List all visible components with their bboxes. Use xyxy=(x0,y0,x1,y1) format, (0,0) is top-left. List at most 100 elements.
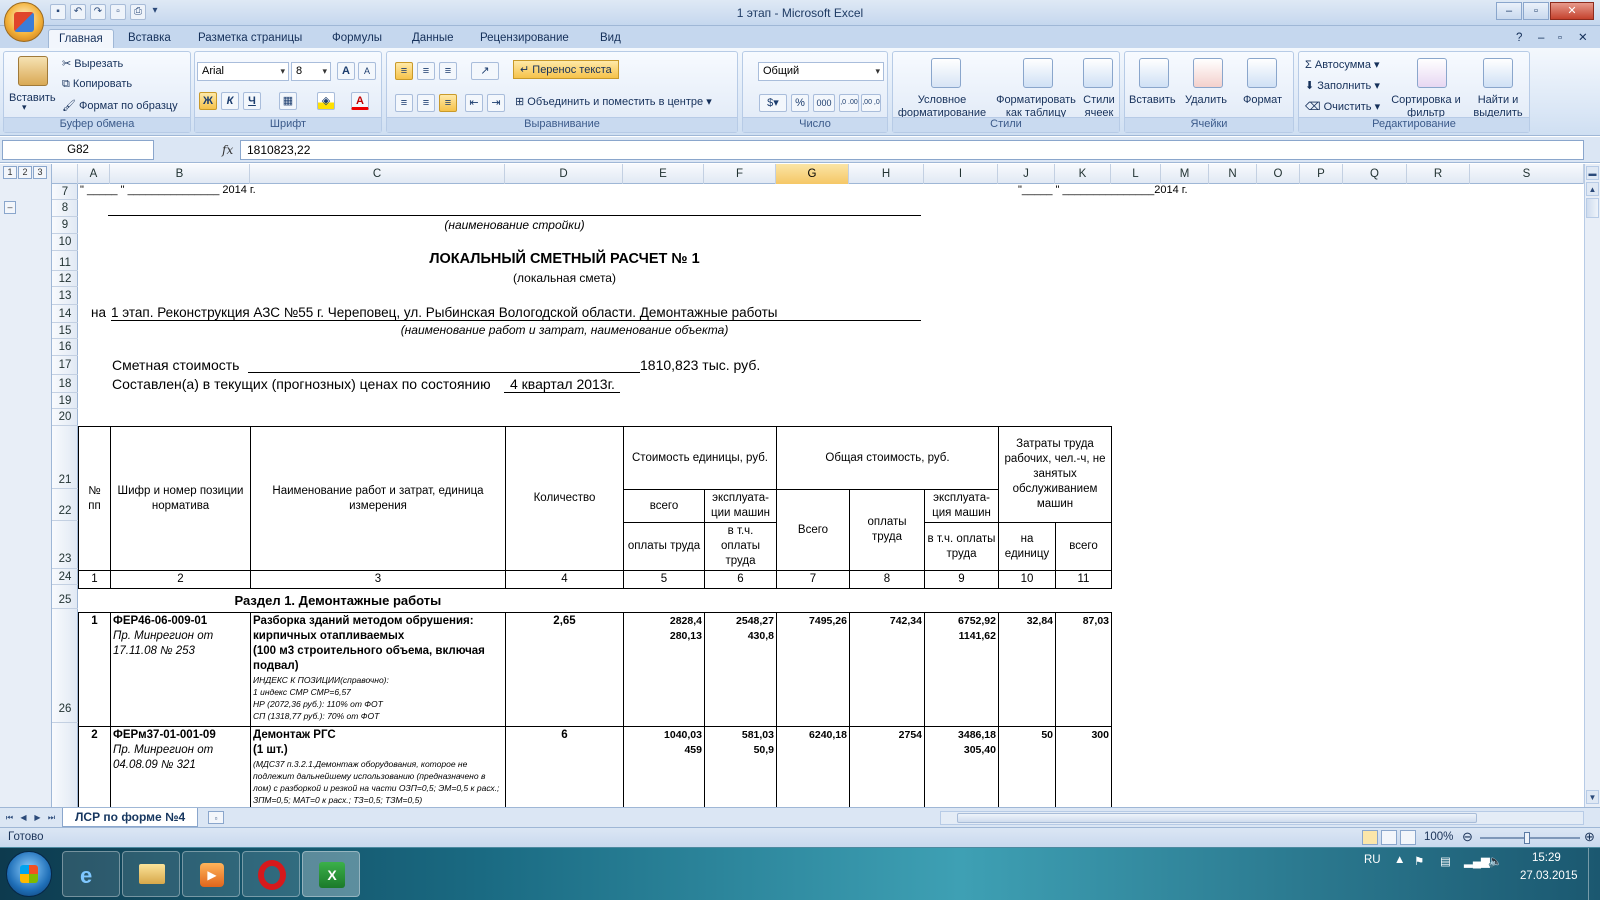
clock-time[interactable]: 15:29 xyxy=(1532,852,1561,864)
start-button[interactable] xyxy=(6,851,52,897)
conditional-formatting-icon[interactable] xyxy=(931,58,961,88)
row-header[interactable]: 25 xyxy=(52,585,78,609)
formula-input[interactable]: 1810823,22 xyxy=(240,140,1584,160)
bold-button[interactable]: Ж xyxy=(199,92,217,110)
volume-icon[interactable]: 🔈 xyxy=(1488,854,1502,868)
row-header[interactable]: 11 xyxy=(52,251,78,271)
font-name-combo[interactable]: Arial xyxy=(197,62,289,81)
currency-format-icon[interactable]: $▾ xyxy=(759,94,787,112)
column-header-h[interactable]: H xyxy=(849,164,924,184)
column-header-d[interactable]: D xyxy=(505,164,623,184)
italic-button[interactable]: К xyxy=(221,92,239,110)
column-header-p[interactable]: P xyxy=(1300,164,1343,184)
scroll-up-icon[interactable]: ▲ xyxy=(1586,182,1599,196)
column-header-r[interactable]: R xyxy=(1407,164,1470,184)
format-painter-button[interactable]: 🖌 Формат по образцу xyxy=(62,99,178,112)
column-header-g[interactable]: G xyxy=(776,164,849,184)
page-break-view-icon[interactable] xyxy=(1400,830,1416,845)
increase-decimal-icon[interactable]: ,0 .00 xyxy=(839,94,859,112)
row-header[interactable]: 18 xyxy=(52,375,78,393)
scroll-split-icon[interactable]: ▬ xyxy=(1586,166,1599,180)
sheet-tab-lsr[interactable]: ЛСР по форме №4 xyxy=(62,808,199,827)
fill-button[interactable]: ⬇ Заполнить ▾ xyxy=(1305,79,1380,92)
media-player-taskbar-button[interactable]: ▶ xyxy=(182,851,240,897)
underline-button[interactable]: Ч xyxy=(243,92,261,110)
row-header[interactable]: 10 xyxy=(52,234,78,251)
outline-level-3[interactable]: 3 xyxy=(33,166,47,179)
cell-styles-icon[interactable] xyxy=(1083,58,1113,88)
delete-cells-icon[interactable] xyxy=(1193,58,1223,88)
column-header-m[interactable]: M xyxy=(1161,164,1209,184)
last-sheet-icon[interactable]: ⏭ xyxy=(46,811,57,824)
fill-color-icon[interactable]: ◈ xyxy=(317,92,335,110)
copy-button[interactable]: ⧉ Копировать xyxy=(62,78,132,91)
paste-button[interactable]: Вставить xyxy=(9,92,56,104)
table-row[interactable]: 1 ФЕР46-06-009-01 Пр. Минрегион от 17.11.… xyxy=(78,612,1112,727)
signal-icon[interactable]: ▂▄▆ xyxy=(1464,854,1490,868)
close-button[interactable]: ✕ xyxy=(1550,2,1594,20)
insert-function-icon[interactable]: fx xyxy=(222,140,238,160)
tab-view[interactable]: Вид xyxy=(590,29,631,48)
insert-cells-button[interactable]: Вставить xyxy=(1129,94,1176,106)
format-cells-button[interactable]: Формат xyxy=(1243,94,1282,106)
column-header-q[interactable]: Q xyxy=(1343,164,1407,184)
decrease-indent-icon[interactable]: ⇤ xyxy=(465,94,483,112)
hscroll-thumb[interactable] xyxy=(957,813,1477,823)
clear-button[interactable]: ⌫ Очистить ▾ xyxy=(1305,100,1380,113)
font-size-combo[interactable]: 8 xyxy=(291,62,331,81)
align-bottom-icon[interactable]: ≡ xyxy=(439,62,457,80)
excel-taskbar-button[interactable]: X xyxy=(302,851,360,897)
row-header[interactable]: 15 xyxy=(52,323,78,339)
outline-collapse-icon[interactable]: – xyxy=(4,201,16,214)
tab-home[interactable]: Главная xyxy=(48,29,114,48)
print-icon[interactable]: ⎙ xyxy=(130,4,146,20)
column-header-j[interactable]: J xyxy=(998,164,1055,184)
align-top-icon[interactable]: ≡ xyxy=(395,62,413,80)
row-header[interactable]: 14 xyxy=(52,305,78,323)
format-as-table-icon[interactable] xyxy=(1023,58,1053,88)
office-button[interactable] xyxy=(4,2,44,42)
first-sheet-icon[interactable]: ⏮ xyxy=(4,811,15,824)
decrease-decimal-icon[interactable]: ,00 ,0 xyxy=(861,94,881,112)
vertical-scrollbar[interactable]: ▬ ▲ ▼ xyxy=(1584,164,1600,807)
column-header-o[interactable]: O xyxy=(1257,164,1300,184)
zoom-slider-thumb[interactable] xyxy=(1524,832,1530,844)
outline-level-1[interactable]: 1 xyxy=(3,166,17,179)
column-header-f[interactable]: F xyxy=(704,164,776,184)
clock-date[interactable]: 27.03.2015 xyxy=(1520,870,1578,882)
align-center-icon[interactable]: ≡ xyxy=(417,94,435,112)
percent-format-icon[interactable]: % xyxy=(791,94,809,112)
scroll-down-icon[interactable]: ▼ xyxy=(1586,790,1599,804)
row-header[interactable]: 26 xyxy=(52,609,78,723)
format-cells-icon[interactable] xyxy=(1247,58,1277,88)
row-header[interactable]: 7 xyxy=(52,184,78,200)
minimize-button[interactable]: – xyxy=(1496,2,1522,20)
tab-review[interactable]: Рецензирование xyxy=(470,29,579,48)
normal-view-icon[interactable] xyxy=(1362,830,1378,845)
tab-formulas[interactable]: Формулы xyxy=(322,29,392,48)
language-indicator[interactable]: RU xyxy=(1364,854,1381,866)
shrink-font-icon[interactable]: A xyxy=(358,62,376,80)
row-header[interactable]: 13 xyxy=(52,287,78,305)
ie-taskbar-button[interactable]: e xyxy=(62,851,120,897)
number-format-combo[interactable]: Общий xyxy=(758,62,884,81)
grow-font-icon[interactable]: A xyxy=(337,62,355,80)
help-icon[interactable]: ? xyxy=(1512,29,1526,48)
autosum-button[interactable]: Σ Автосумма ▾ xyxy=(1305,58,1380,71)
row-header[interactable]: 17 xyxy=(52,356,78,375)
row-header[interactable]: 16 xyxy=(52,339,78,356)
row-header[interactable]: 8 xyxy=(52,200,78,217)
font-color-icon[interactable]: A xyxy=(351,92,369,110)
align-middle-icon[interactable]: ≡ xyxy=(417,62,435,80)
column-header-e[interactable]: E xyxy=(623,164,704,184)
column-header-k[interactable]: K xyxy=(1055,164,1111,184)
redo-icon[interactable]: ↷ xyxy=(90,4,106,20)
find-select-icon[interactable] xyxy=(1483,58,1513,88)
next-sheet-icon[interactable]: ▶ xyxy=(32,811,43,824)
show-hidden-icons[interactable]: ▲ xyxy=(1394,854,1405,866)
column-header-l[interactable]: L xyxy=(1111,164,1161,184)
delete-cells-button[interactable]: Удалить xyxy=(1185,94,1227,106)
insert-cells-icon[interactable] xyxy=(1139,58,1169,88)
customize-toolbar-icon[interactable]: ▾ xyxy=(150,4,160,20)
column-header-s[interactable]: S xyxy=(1470,164,1584,184)
